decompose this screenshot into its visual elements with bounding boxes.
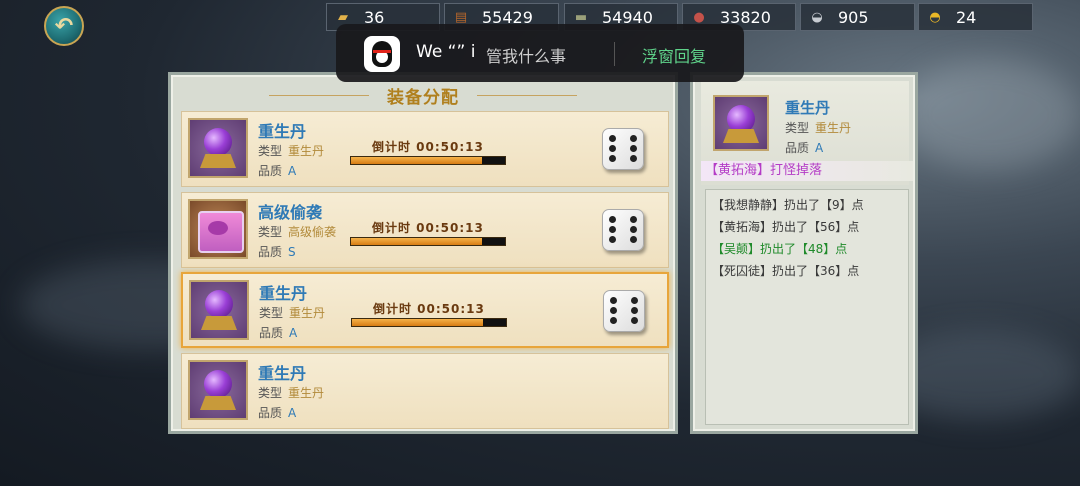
qq-penguin-icon xyxy=(364,36,400,72)
notification-divider xyxy=(614,42,615,66)
detail-item-type: 类型 重生丹 xyxy=(785,121,852,135)
countdown-progress-bar xyxy=(350,237,506,246)
loot-item-row[interactable]: 高级偷袭 类型 高级偷袭 品质 S 倒计时 00:50:13 xyxy=(181,192,669,268)
loot-item-row-selected[interactable]: 重生丹 类型 重生丹 品质 A 倒计时 00:50:13 xyxy=(181,272,669,348)
roll-dice-button[interactable] xyxy=(603,290,645,332)
roll-log[interactable]: 【我想静静】扔出了【9】点 【黄拓海】扔出了【56】点 【吴颠】扔出了【48】点… xyxy=(705,189,909,425)
notification-sender: We “” i xyxy=(416,42,476,62)
roll-log-line: 【死囚徒】扔出了【36】点 xyxy=(712,264,860,278)
countdown-timer: 倒计时 00:50:13 xyxy=(372,221,484,235)
countdown-timer: 倒计时 00:50:13 xyxy=(372,140,484,154)
countdown-progress-bar xyxy=(350,156,506,165)
detail-item-name: 重生丹 xyxy=(785,99,831,117)
loot-item-row[interactable]: 重生丹 类型 重生丹 品质 A xyxy=(181,353,669,429)
background-moon-glow xyxy=(900,60,1080,170)
gold-ingot-icon: ◓ xyxy=(929,9,941,25)
back-button[interactable]: ↶ xyxy=(44,6,84,46)
notification-message: 管我什么事 xyxy=(486,47,567,66)
resource-silver: ◒ 905 xyxy=(800,3,915,31)
roll-dice-button[interactable] xyxy=(602,209,644,251)
purple-orb-icon xyxy=(188,118,248,178)
back-arrow-icon: ↶ xyxy=(54,13,74,39)
purple-orb-icon xyxy=(713,95,769,151)
item-quality: 品质 A xyxy=(258,406,297,420)
roll-dice-button[interactable] xyxy=(602,128,644,170)
roll-log-line: 【我想静静】扔出了【9】点 xyxy=(712,198,864,212)
resource-value: 905 xyxy=(838,7,869,27)
item-detail-panel: 重生丹 类型 重生丹 品质 A 【黄拓海】打怪掉落 【我想静静】扔出了【9】点 【黄… xyxy=(690,72,918,434)
resource-gold: ◓ 24 xyxy=(918,3,1033,31)
silver-icon: ◒ xyxy=(811,9,823,25)
item-quality: 品质 A xyxy=(258,164,297,178)
loot-item-row[interactable]: 重生丹 类型 重生丹 品质 A 倒计时 00:50:13 xyxy=(181,111,669,187)
resource-value: 24 xyxy=(956,7,977,27)
panel-title: 装备分配 xyxy=(387,88,459,108)
purple-orb-icon xyxy=(189,280,249,340)
item-quality: 品质 A xyxy=(259,326,298,340)
countdown-progress-bar xyxy=(351,318,507,327)
drop-source-text: 【黄拓海】打怪掉落 xyxy=(701,161,913,181)
item-name: 重生丹 xyxy=(258,364,307,383)
item-type: 类型 重生丹 xyxy=(258,144,325,158)
detail-item-quality: 品质 A xyxy=(785,141,824,155)
roll-log-line: 【黄拓海】扔出了【56】点 xyxy=(712,220,860,234)
item-name: 重生丹 xyxy=(259,284,308,303)
item-type: 类型 重生丹 xyxy=(259,306,326,320)
item-quality: 品质 S xyxy=(258,245,296,259)
floating-reply-button[interactable]: 浮窗回复 xyxy=(642,43,706,67)
item-name: 重生丹 xyxy=(258,122,307,141)
countdown-timer: 倒计时 00:50:13 xyxy=(373,302,485,316)
purple-orb-icon xyxy=(188,360,248,420)
roll-log-line: 【吴颠】扔出了【48】点 xyxy=(712,242,848,256)
item-type: 类型 高级偷袭 xyxy=(258,225,337,239)
equipment-distribution-panel: 装备分配 重生丹 类型 重生丹 品质 A 倒计时 00:50:13 高级偷袭 类型高… xyxy=(168,72,678,434)
notification-banner[interactable]: We “” i 管我什么事 浮窗回复 xyxy=(336,24,744,82)
item-type: 类型 重生丹 xyxy=(258,386,325,400)
scroll-icon xyxy=(188,199,248,259)
item-name: 高级偷袭 xyxy=(258,203,323,222)
